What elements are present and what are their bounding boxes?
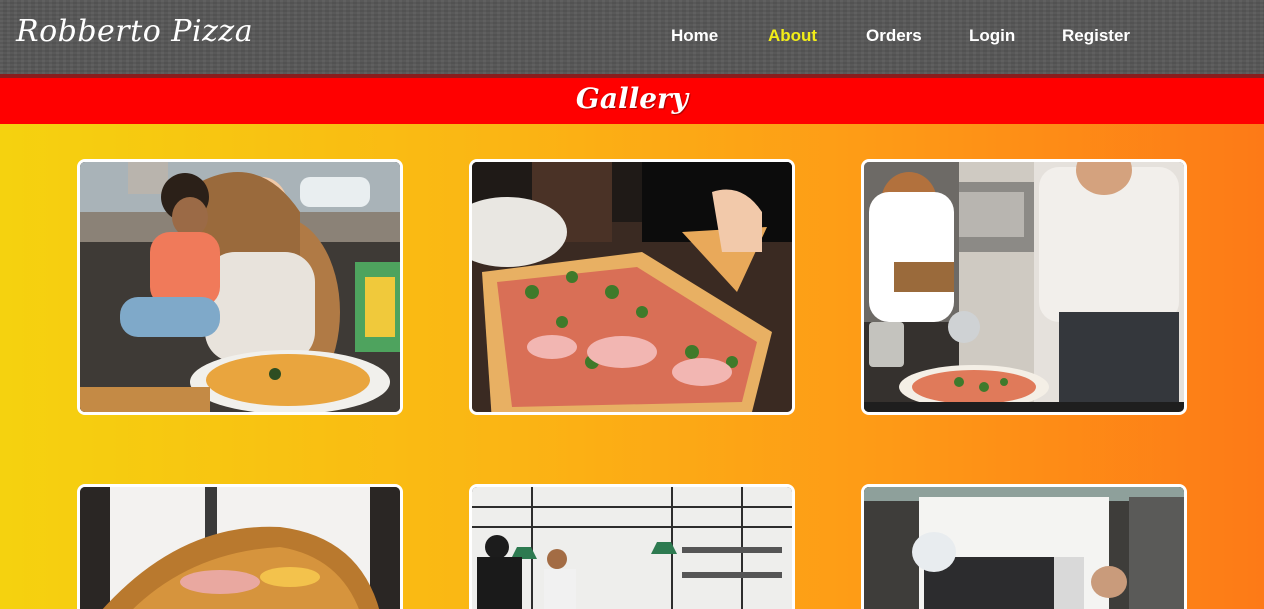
gallery-photo-chef-gloves[interactable] xyxy=(861,484,1187,609)
nav-orders[interactable]: Orders xyxy=(866,26,922,46)
photo-illustration xyxy=(864,162,1184,412)
photo-illustration xyxy=(80,487,400,609)
photo-illustration xyxy=(80,162,400,412)
gallery-photo-prosciutto-pizza[interactable] xyxy=(469,159,795,415)
gallery-photo-chef-cutting-pizza[interactable] xyxy=(861,159,1187,415)
navbar: Robberto Pizza Home About Orders Login R… xyxy=(0,0,1264,78)
photo-illustration xyxy=(472,162,792,412)
brand-logo[interactable]: Robberto Pizza xyxy=(16,14,253,49)
nav-home[interactable]: Home xyxy=(671,26,718,46)
photo-illustration xyxy=(864,487,1184,609)
photo-illustration xyxy=(472,487,792,609)
nav-register[interactable]: Register xyxy=(1062,26,1130,46)
gallery-photo-calzone[interactable] xyxy=(77,484,403,609)
nav-login[interactable]: Login xyxy=(969,26,1015,46)
gallery-photo-mother-child-pizza[interactable] xyxy=(77,159,403,415)
nav-about[interactable]: About xyxy=(768,26,817,46)
gallery-photo-restaurant-interior[interactable] xyxy=(469,484,795,609)
gallery-banner: Gallery xyxy=(0,78,1264,124)
gallery-title: Gallery xyxy=(575,82,689,115)
